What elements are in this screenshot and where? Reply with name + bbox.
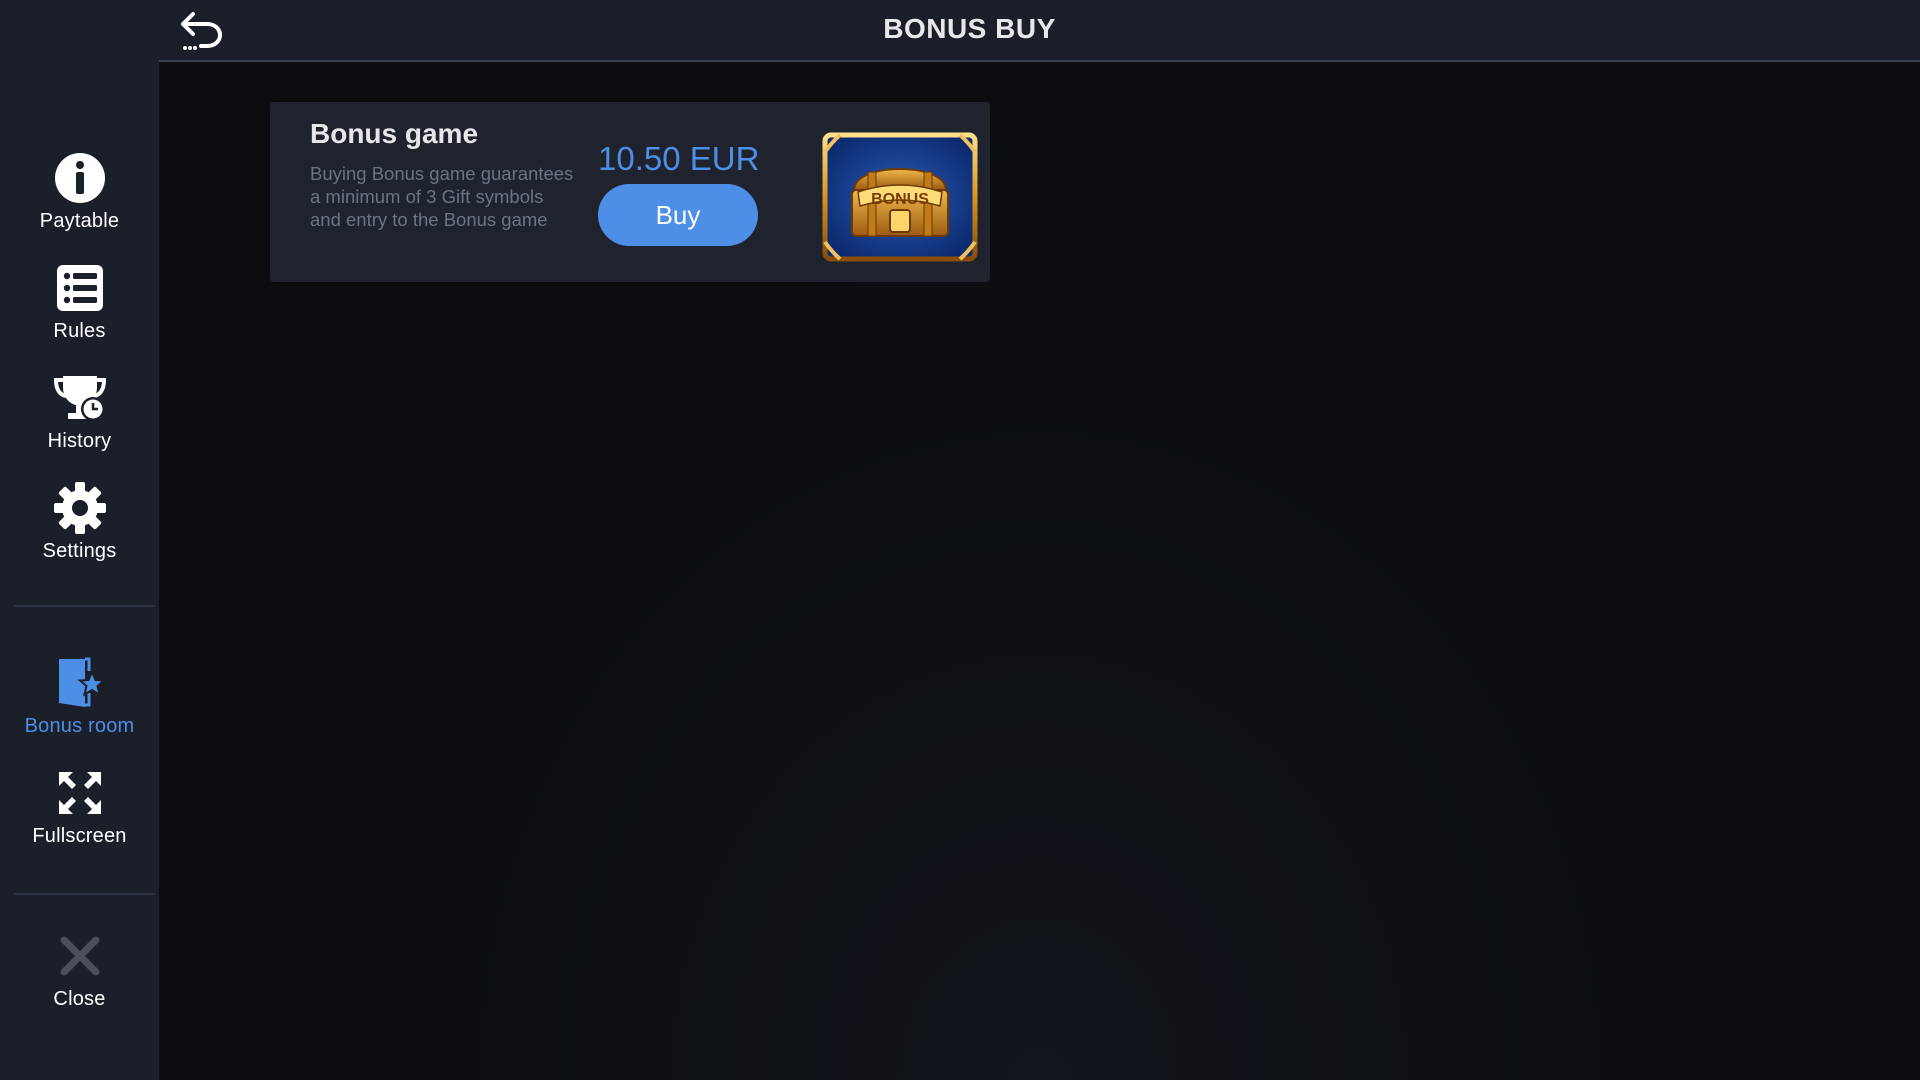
price-label: 10.50 EUR — [598, 140, 760, 177]
close-button[interactable]: Close — [0, 928, 159, 1028]
sidebar-item-bonus-room[interactable]: Bonus room — [0, 655, 159, 755]
card-description: Buying Bonus game guarantees a minimum o… — [310, 163, 574, 230]
bonus-chest-icon: BONUS — [822, 132, 978, 262]
card-title: Bonus game — [310, 118, 479, 149]
sidebar: Paytable Rules History Settings Bonus ro… — [0, 0, 159, 1080]
sidebar-item-label: Paytable — [39, 210, 120, 232]
sidebar-item-label: Settings — [42, 540, 117, 562]
close-label: Close — [53, 988, 106, 1010]
sidebar-item-fullscreen[interactable]: Fullscreen — [0, 765, 159, 865]
page-title: BONUS BUY — [883, 13, 1056, 44]
main-content: Bonus game Buying Bonus game guarantees … — [159, 62, 1920, 1080]
sidebar-item-label: History — [47, 430, 112, 452]
sidebar-item-label: Bonus room — [24, 715, 135, 737]
sidebar-item-settings[interactable]: Settings — [0, 480, 159, 580]
door-star-icon — [52, 655, 108, 711]
close-icon — [52, 928, 108, 984]
gear-icon — [52, 480, 108, 536]
info-icon — [52, 150, 108, 206]
sidebar-item-history[interactable]: History — [0, 370, 159, 470]
sidebar-item-label: Rules — [53, 320, 106, 342]
bonus-game-card: Bonus game Buying Bonus game guarantees … — [270, 102, 990, 282]
sidebar-item-label: Fullscreen — [32, 825, 127, 847]
sidebar-item-rules[interactable]: Rules — [0, 260, 159, 360]
sidebar-item-paytable[interactable]: Paytable — [0, 150, 159, 250]
buy-button[interactable]: Buy — [598, 184, 758, 246]
list-icon — [52, 260, 108, 316]
expand-icon — [52, 765, 108, 821]
sidebar-divider — [14, 605, 155, 607]
trophy-clock-icon — [52, 370, 108, 426]
header-bar: BONUS BUY — [159, 0, 1920, 62]
sidebar-divider — [14, 893, 155, 895]
svg-text:BONUS: BONUS — [871, 191, 929, 208]
